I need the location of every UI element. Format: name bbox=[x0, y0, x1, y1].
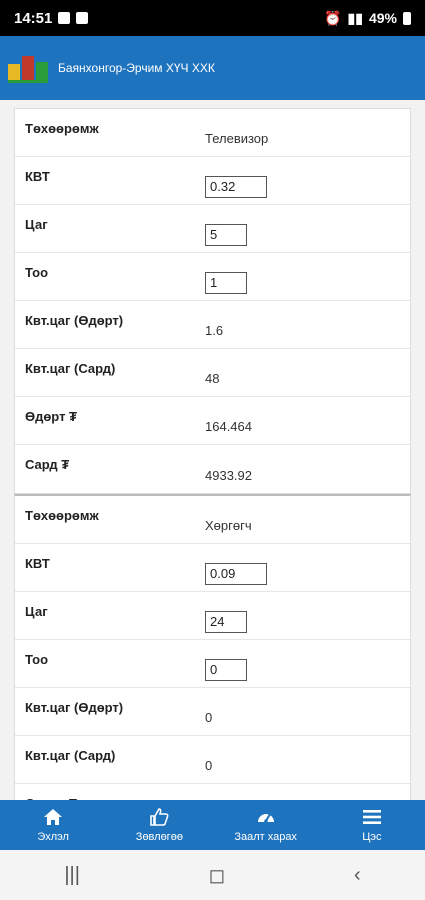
row-label: Өдөрт ₮ bbox=[25, 409, 77, 424]
row-value: 48 bbox=[205, 371, 220, 386]
device-row: КВТ bbox=[15, 544, 410, 592]
device-row: КВТ bbox=[15, 157, 410, 205]
device-row: Квт.цаг (Сард) 48 bbox=[15, 349, 410, 397]
menu-icon bbox=[362, 810, 381, 824]
row-label: Цаг bbox=[25, 604, 48, 619]
device-row: Тоо bbox=[15, 640, 410, 688]
row-label: Төхөөрөмж bbox=[25, 508, 99, 523]
company-logo bbox=[8, 48, 48, 88]
row-label: Квт.цаг (Өдөрт) bbox=[25, 700, 124, 715]
device-row: Төхөөрөмж Хөргөгч bbox=[15, 496, 410, 544]
value-input[interactable] bbox=[205, 658, 247, 681]
nav-menu-label: Цэс bbox=[362, 831, 382, 843]
device-row: Цаг bbox=[15, 205, 410, 253]
value-input[interactable] bbox=[205, 223, 247, 246]
device-row: Квт.цаг (Сард) 0 bbox=[15, 736, 410, 784]
row-label: КВТ bbox=[25, 169, 50, 184]
nav-menu[interactable]: Цэс bbox=[319, 800, 425, 850]
message-notification-icon bbox=[76, 12, 89, 24]
row-value: Хөргөгч bbox=[205, 518, 252, 533]
bottom-navigation: Эхлэл Зөвлөгөө Заалт харах Цэс bbox=[0, 800, 425, 850]
device-row: Цаг bbox=[15, 592, 410, 640]
battery-icon bbox=[403, 11, 411, 25]
nav-advice-label: Зөвлөгөө bbox=[135, 831, 183, 843]
battery-level: 49% bbox=[368, 10, 397, 26]
row-label: Тоо bbox=[25, 652, 49, 667]
image-notification-icon bbox=[58, 12, 71, 24]
nav-advice[interactable]: Зөвлөгөө bbox=[106, 800, 212, 850]
row-value: 0 bbox=[205, 758, 213, 773]
device-row: Өдөрт ₮ 164.464 bbox=[15, 397, 410, 445]
row-label: Квт.цаг (Сард) bbox=[25, 748, 116, 763]
signal-icon: ▮▮ bbox=[347, 9, 363, 26]
home-icon bbox=[44, 809, 63, 825]
row-value: 164.464 bbox=[205, 419, 252, 434]
company-name: Баянхонгор-Эрчим ХҮЧ ХХК bbox=[58, 61, 215, 75]
value-input[interactable] bbox=[205, 271, 247, 294]
row-label: Цаг bbox=[25, 217, 48, 232]
device-row: Тоо bbox=[15, 253, 410, 301]
row-label: Сард ₮ bbox=[25, 457, 70, 472]
status-bar: 14:51 ⏰ ▮▮ 49% bbox=[0, 0, 425, 36]
row-value: 4933.92 bbox=[205, 467, 252, 483]
row-label: Төхөөрөмж bbox=[25, 121, 99, 136]
row-value: Телевизор bbox=[205, 131, 269, 146]
device-row: Төхөөрөмж Телевизор bbox=[15, 109, 410, 157]
gauge-icon bbox=[257, 813, 274, 823]
recent-apps-icon[interactable]: ||| bbox=[64, 864, 80, 887]
device-row: Өдөрт ₮0 bbox=[15, 784, 410, 800]
row-value: 1.6 bbox=[205, 323, 224, 338]
value-input[interactable] bbox=[205, 610, 247, 633]
status-time: 14:51 bbox=[14, 9, 53, 27]
device-row: Квт.цаг (Өдөрт) 1.6 bbox=[15, 301, 410, 349]
value-input[interactable] bbox=[205, 562, 267, 585]
device-row: Квт.цаг (Өдөрт) 0 bbox=[15, 688, 410, 736]
device-card: Төхөөрөмж Хөргөгч КВТ Цаг Тоо Квт.цаг (Өдөрт)… bbox=[14, 494, 411, 800]
back-icon[interactable]: ‹ bbox=[354, 864, 361, 887]
row-value: 0 bbox=[205, 710, 213, 725]
row-label: Тоо bbox=[25, 265, 49, 280]
row-label: Квт.цаг (Өдөрт) bbox=[25, 313, 124, 328]
alarm-icon: ⏰ bbox=[324, 9, 342, 26]
device-card: Төхөөрөмж Телевизор КВТ Цаг Тоо Квт.цаг (Өдөр… bbox=[14, 108, 411, 494]
nav-readings-label: Заалт харах bbox=[234, 831, 297, 843]
device-row: Сард ₮ 4933.92 bbox=[15, 445, 410, 493]
row-label: Квт.цаг (Сард) bbox=[25, 361, 116, 376]
app-header: Баянхонгор-Эрчим ХҮЧ ХХК bbox=[0, 36, 425, 100]
calculator-list[interactable]: Төхөөрөмж Телевизор КВТ Цаг Тоо Квт.цаг (Өдөр… bbox=[0, 100, 425, 800]
value-input[interactable] bbox=[205, 175, 267, 198]
nav-home-label: Эхлэл bbox=[37, 831, 69, 843]
row-label: Өдөрт ₮ bbox=[15, 784, 205, 800]
home-button-icon[interactable]: ◻ bbox=[209, 863, 226, 888]
row-label: КВТ bbox=[25, 556, 50, 571]
system-navigation-bar: ||| ◻ ‹ bbox=[0, 850, 425, 900]
thumbs-up-icon bbox=[150, 808, 169, 826]
nav-home[interactable]: Эхлэл bbox=[0, 800, 106, 850]
nav-readings[interactable]: Заалт харах bbox=[213, 800, 319, 850]
